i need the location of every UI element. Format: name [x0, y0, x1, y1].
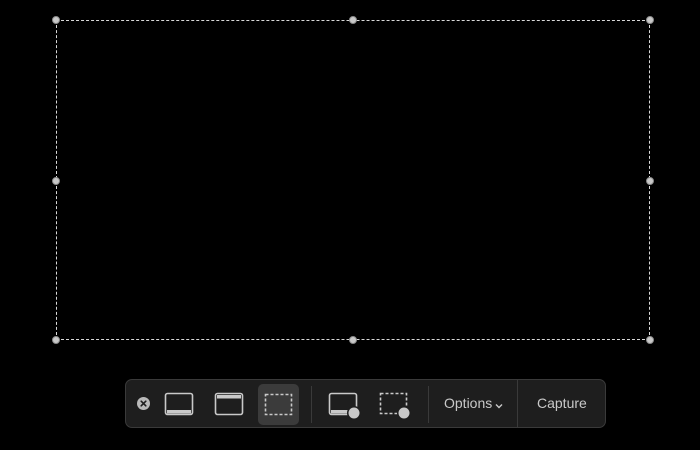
close-button[interactable] [137, 397, 150, 410]
record-entire-screen-button[interactable] [324, 384, 366, 425]
window-icon [214, 392, 244, 416]
toolbar-divider [311, 386, 312, 423]
screen-capture-overlay[interactable]: Options Capture [0, 0, 700, 450]
handle-bottom-right[interactable] [646, 336, 654, 344]
options-menu-button[interactable]: Options [444, 380, 503, 427]
capture-entire-screen-button[interactable] [160, 384, 198, 425]
handle-middle-left[interactable] [52, 177, 60, 185]
options-label: Options [444, 395, 493, 411]
screen-icon [164, 392, 194, 416]
capture-selected-portion-button[interactable] [258, 384, 299, 425]
selection-rectangle[interactable] [56, 20, 650, 340]
record-selected-portion-button[interactable] [375, 384, 417, 425]
chevron-down-icon [495, 381, 503, 428]
capture-selected-window-button[interactable] [210, 384, 248, 425]
toolbar-divider [428, 386, 429, 423]
capture-toolbar: Options Capture [125, 379, 606, 428]
dashed-rect-record-icon [379, 392, 411, 420]
close-circle-icon [140, 400, 147, 407]
dashed-rect-icon [264, 393, 293, 416]
toolbar-divider [517, 380, 518, 427]
handle-middle-right[interactable] [646, 177, 654, 185]
handle-top-center[interactable] [349, 16, 357, 24]
screen-record-icon [328, 392, 361, 420]
handle-bottom-left[interactable] [52, 336, 60, 344]
capture-button[interactable]: Capture [537, 380, 587, 427]
handle-bottom-center[interactable] [349, 336, 357, 344]
handle-top-left[interactable] [52, 16, 60, 24]
handle-top-right[interactable] [646, 16, 654, 24]
